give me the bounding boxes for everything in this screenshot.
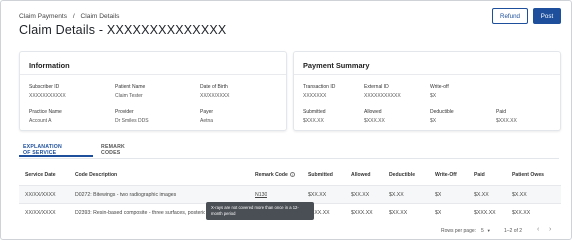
field-payer: Payer Aetna [200,109,213,124]
divider [19,158,559,159]
column-header-deductible[interactable]: Deductible [389,172,415,178]
field-value: $XXX.XX [303,118,324,124]
column-header-allowed[interactable]: Allowed [351,172,371,178]
chevron-right-icon[interactable]: › [549,226,551,233]
field-value: XXXXXXXXXXX [29,93,66,99]
cell-write-off: $X [435,192,442,198]
field-value: Account A [29,118,52,124]
field-label: Deductible [430,109,454,115]
field-value: XXXXXXXXXXX [364,93,401,99]
field-deductible: Deductible $X [430,109,454,124]
information-card: Information Subscriber ID XXXXXXXXXXX Pa… [19,51,287,131]
field-label: Subscriber ID [29,84,60,90]
breadcrumb-separator: / [72,13,75,20]
field-practice-name: Practice Name Account A [29,109,62,124]
column-header-code-description[interactable]: Code Description [75,172,117,178]
table-row[interactable]: XX/XX/XXXX D0272: Bitewings - two radiog… [19,185,561,203]
caret-down-icon: ▼ [486,228,491,233]
field-label: Paid [496,109,507,115]
cell-code-description: D0272: Bitewings - two radiographic imag… [75,192,177,198]
field-label: Allowed [364,109,382,115]
rows-per-page-label: Rows per page: [441,228,477,234]
cell-service-date: XX/XX/XXXX [25,192,56,198]
field-value: XXXXXXX [303,93,327,99]
field-label: Date of Birth [200,84,228,90]
payment-summary-card: Payment Summary Transaction ID XXXXXXX E… [293,51,561,131]
claim-details-window: Claim Payments / Claim Details Claim Det… [0,0,572,240]
field-label: Provider [115,109,134,115]
remark-code-tooltip: X-rays are not covered more than once in… [206,202,314,220]
field-transaction-id: Transaction ID XXXXXXX [303,84,335,99]
divider [294,74,560,75]
chevron-left-icon[interactable]: ‹ [537,226,539,233]
field-label: Payer [200,109,214,115]
tab-remark-codes[interactable]: REMARK CODES [101,144,125,156]
cell-submitted: $XX.XX [308,192,327,198]
field-write-off: Write-off $X [430,84,449,99]
column-header-label: Remark Code [255,172,288,178]
cell-patient-owes: $XX.XX [512,210,531,216]
cell-patient-owes: $X.XX [512,192,527,198]
field-value: XX/XX/XXXX [200,93,230,99]
field-label: Write-off [430,84,449,90]
field-external-id: External ID XXXXXXXXXXX [364,84,401,99]
field-paid: Paid $XXX.XX [496,109,517,124]
rows-per-page-value: 5 [481,228,484,234]
field-value: Claim Tester [115,93,143,99]
field-label: Practice Name [29,109,62,115]
cell-deductible: $X.XX [389,192,404,198]
breadcrumb: Claim Payments / Claim Details [19,13,123,20]
rows-per-page-select[interactable]: 5 ▼ [481,228,491,234]
column-header-write-off[interactable]: Write-Off [435,172,457,178]
cell-write-off: $X [435,210,442,216]
field-allowed: Allowed $XXX.XX [364,109,385,124]
info-icon[interactable]: i [289,172,295,178]
cell-paid: $X.XX [474,192,489,198]
remark-code-link[interactable]: N130 [255,192,267,198]
column-header-paid[interactable]: Paid [474,172,485,178]
table-header: Service Date Code Description Remark Cod… [19,163,561,185]
post-button[interactable]: Post [533,8,561,24]
field-label: External ID [364,84,389,90]
breadcrumb-link-claim-payments[interactable]: Claim Payments [19,13,67,20]
field-label: Transaction ID [303,84,336,90]
column-header-patient-owes[interactable]: Patient Owes [512,172,544,178]
cell-deductible: $XX.XX [389,210,408,216]
cell-paid: $XXX.XX [474,210,496,216]
active-tab-indicator [19,155,93,157]
field-label: Submitted [303,109,326,115]
field-value: $XXX.XX [364,118,385,124]
page-title: Claim Details - XXXXXXXXXXXXXX [19,23,227,37]
information-heading: Information [29,61,70,70]
divider [20,74,286,75]
cell-allowed: $XXX.XX [351,210,373,216]
field-provider: Provider Dr Smiles DDS [115,109,149,124]
cell-allowed: $XX.XX [351,192,370,198]
pagination-range: 1–2 of 2 [504,228,523,234]
field-patient-name: Patient Name Claim Tester [115,84,145,99]
payment-summary-heading: Payment Summary [303,61,370,70]
cell-service-date: XX/XX/XXXX [25,210,56,216]
field-label: Patient Name [115,84,146,90]
column-header-submitted[interactable]: Submitted [308,172,333,178]
field-value: $X [430,118,437,124]
column-header-service-date[interactable]: Service Date [25,172,56,178]
field-subscriber-id: Subscriber ID XXXXXXXXXXX [29,84,66,99]
field-date-of-birth: Date of Birth XX/XX/XXXX [200,84,229,99]
field-submitted: Submitted $XXX.XX [303,109,326,124]
cell-code-description: D2393: Resin-based composite - three sur… [75,210,205,216]
field-value: $XXX.XX [496,118,517,124]
breadcrumb-current: Claim Details [80,13,120,20]
refund-button[interactable]: Refund [492,8,528,24]
field-value: $X [430,93,437,99]
field-value: Aetna [200,118,214,124]
column-header-remark-code[interactable]: Remark Code i [255,172,295,178]
field-value: Dr Smiles DDS [115,118,149,124]
